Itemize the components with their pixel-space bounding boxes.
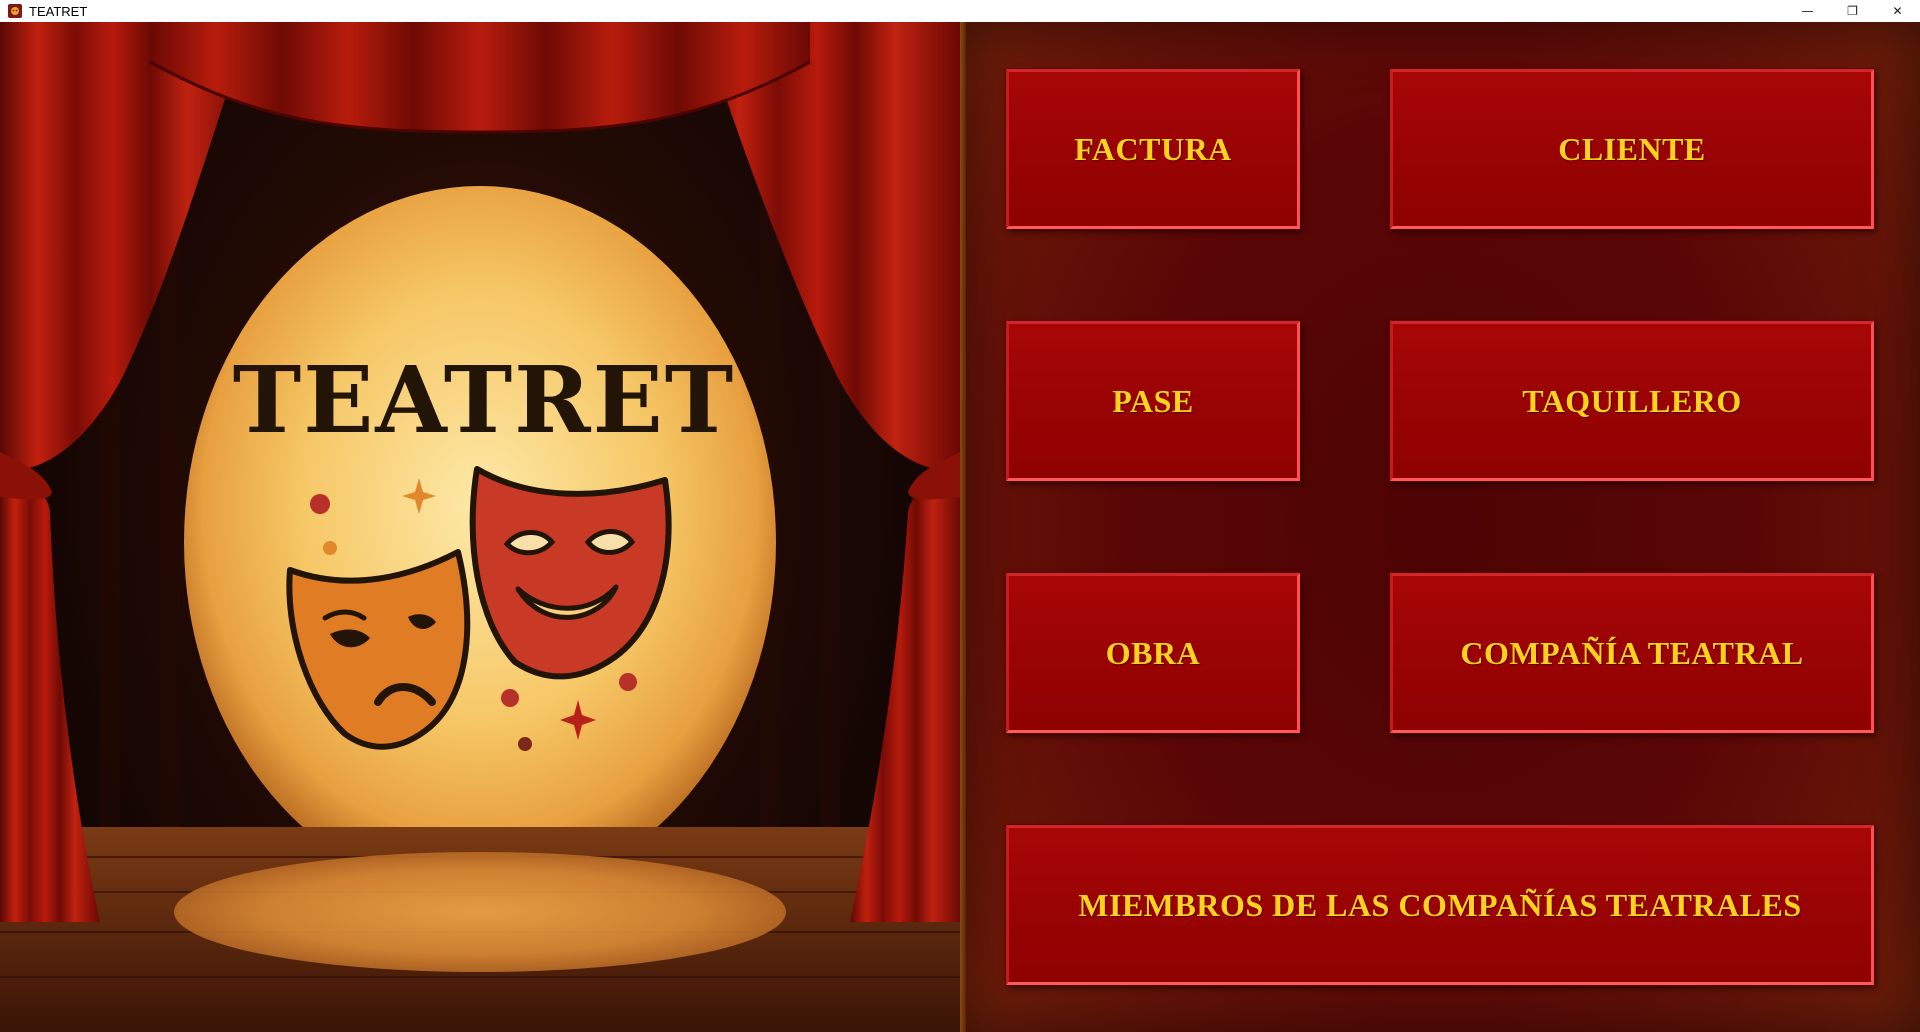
minimize-button[interactable]: —	[1785, 0, 1830, 22]
window-title: TEATRET	[29, 3, 88, 19]
cliente-button[interactable]: CLIENTE	[1390, 69, 1874, 229]
logo-title: TEATRET	[233, 346, 735, 454]
title-bar: TEATRET — ❐ ✕	[0, 0, 1920, 23]
restore-button[interactable]: ❐	[1830, 0, 1875, 22]
stage-illustration: TEATRET	[0, 22, 960, 1032]
app-window: TEATRET — ❐ ✕ TEATRET FACTURA CLIENTE PA…	[0, 0, 1920, 1032]
pase-button[interactable]: PASE	[1006, 321, 1300, 481]
compania-teatral-button[interactable]: COMPAÑÍA TEATRAL	[1390, 573, 1874, 733]
taquillero-button[interactable]: TAQUILLERO	[1390, 321, 1874, 481]
menu-panel: FACTURA CLIENTE PASE TAQUILLERO OBRA COM…	[960, 22, 1920, 1032]
obra-button[interactable]: OBRA	[1006, 573, 1300, 733]
close-button[interactable]: ✕	[1875, 0, 1920, 22]
stage-art: TEATRET	[0, 22, 960, 1032]
factura-button[interactable]: FACTURA	[1006, 69, 1300, 229]
miembros-companias-button[interactable]: MIEMBROS DE LAS COMPAÑÍAS TEATRALES	[1006, 825, 1874, 985]
app-icon	[8, 4, 22, 18]
